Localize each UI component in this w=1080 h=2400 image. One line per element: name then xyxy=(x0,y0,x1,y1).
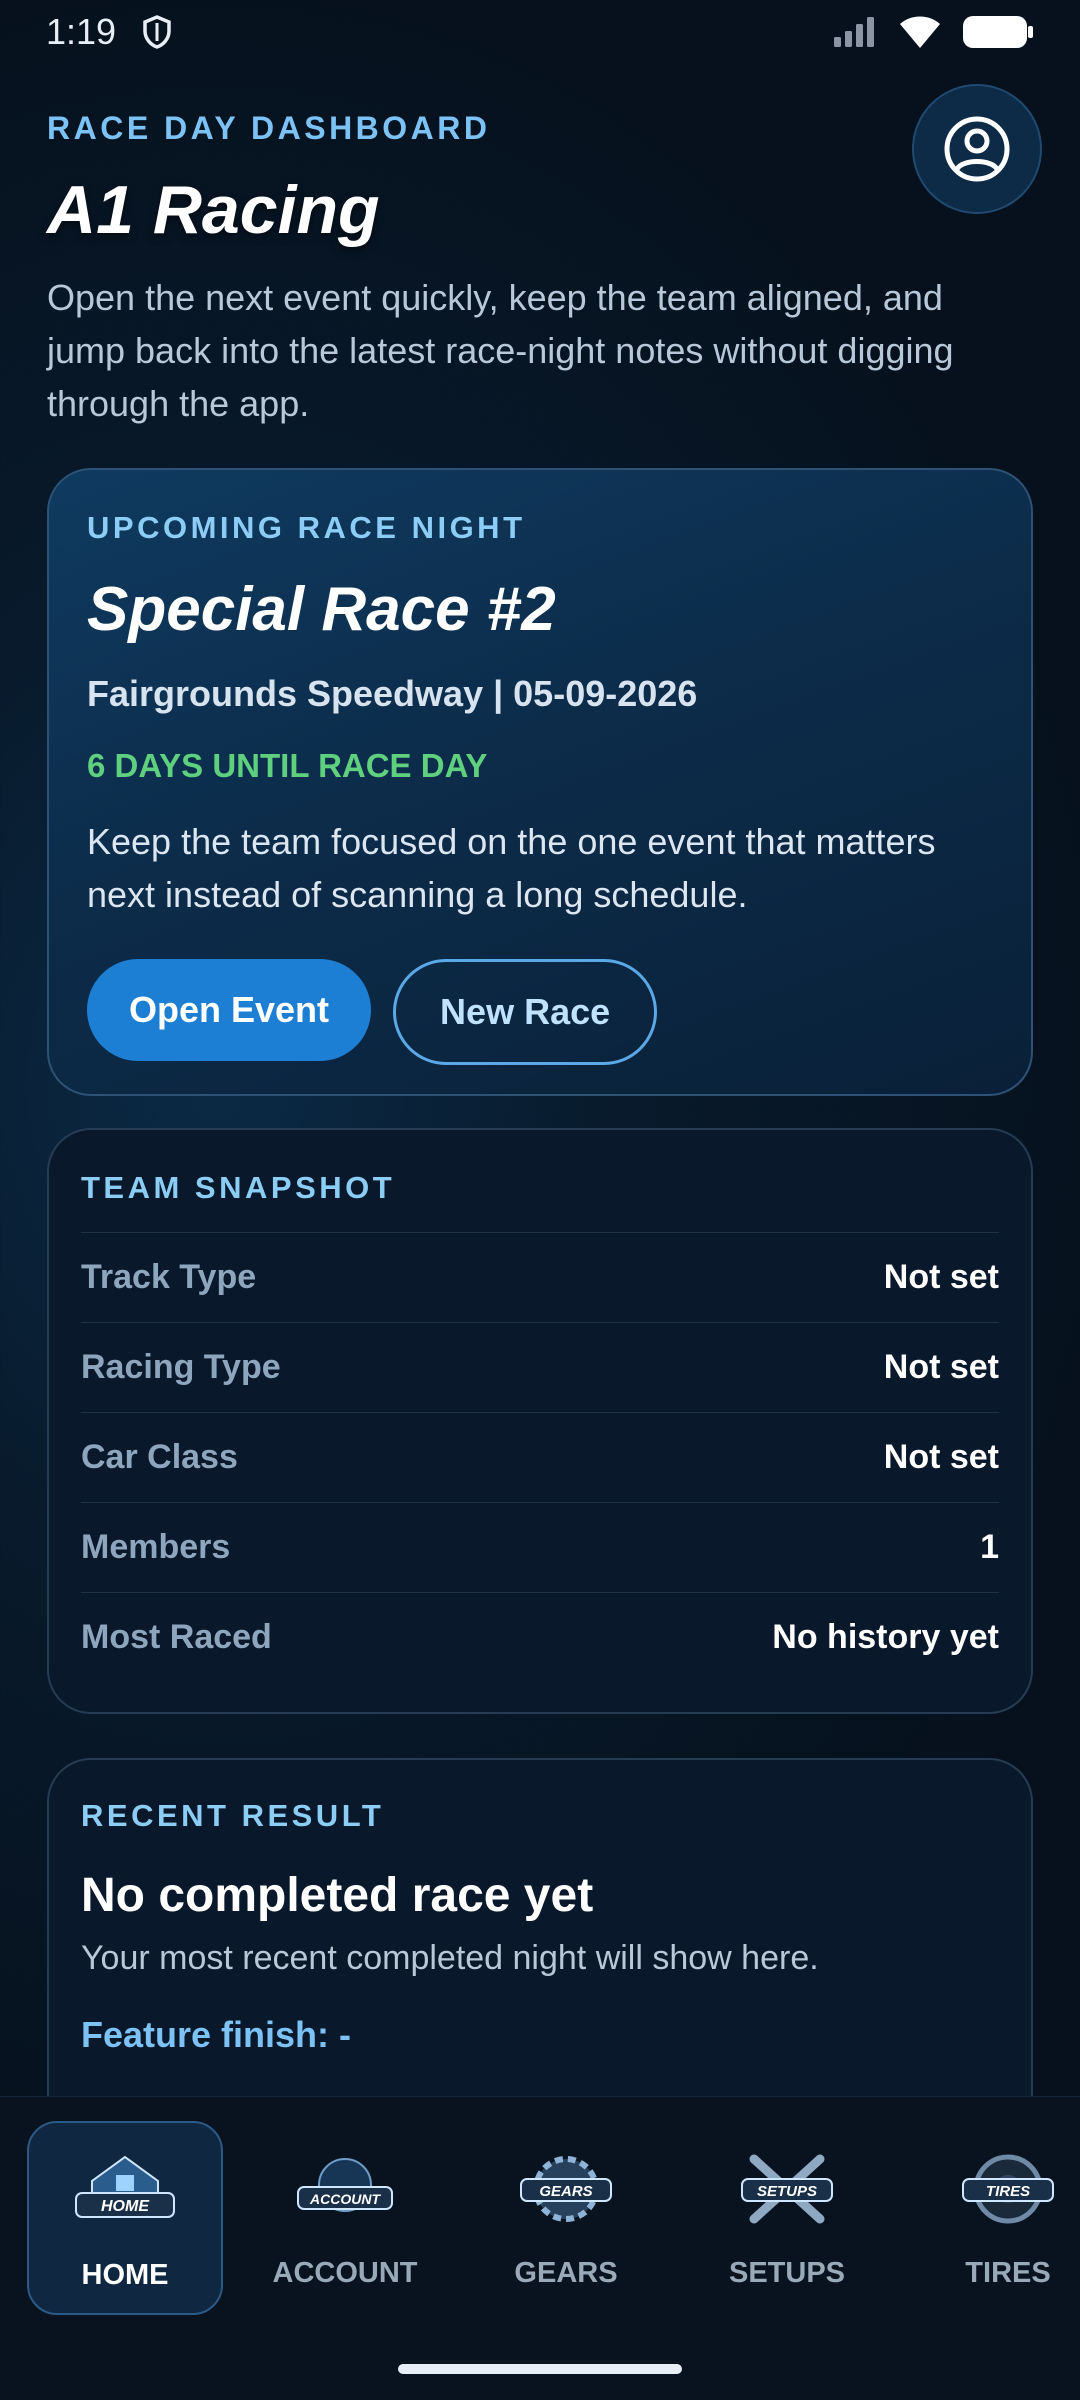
race-meta: Fairgrounds Speedway | 05-09-2026 xyxy=(87,673,698,714)
snapshot-value: No history yet xyxy=(772,1618,999,1656)
home-badge-text: HOME xyxy=(101,2198,150,2215)
team-title: A1 Racing xyxy=(47,172,380,248)
snapshot-value: Not set xyxy=(883,1438,999,1476)
cellular-signal-icon xyxy=(834,17,874,47)
nav-item-setups[interactable]: SETUPS SETUPS xyxy=(689,2121,885,2315)
race-actions: Open Event New Race xyxy=(87,959,993,1065)
profile-button[interactable] xyxy=(912,84,1042,214)
snapshot-list: Track Type Not set Racing Type Not set C… xyxy=(81,1232,999,1682)
snapshot-value: 1 xyxy=(980,1528,999,1566)
snapshot-label: Racing Type xyxy=(81,1348,281,1386)
snapshot-value: Not set xyxy=(883,1258,999,1296)
feature-finish: Feature finish: - xyxy=(81,2014,352,2055)
dashboard-intro: Open the next event quickly, keep the te… xyxy=(47,277,954,424)
bottom-navigation: HOME HOME ACCOUNT ACCOUNT GEARS GEARS SE… xyxy=(0,2096,1080,2400)
snapshot-value: Not set xyxy=(883,1348,999,1386)
nav-label-home: HOME xyxy=(81,2259,169,2291)
wrench-icon: SETUPS xyxy=(741,2154,833,2224)
race-countdown: 6 DAYS UNTIL RACE DAY xyxy=(87,747,488,784)
recent-description: Your most recent completed night will sh… xyxy=(81,1939,819,1977)
recent-title: No completed race yet xyxy=(81,1869,594,1922)
nav-label-tires: TIRES xyxy=(965,2257,1051,2289)
gears-badge-text: GEARS xyxy=(539,2183,592,2200)
race-name: Special Race #2 xyxy=(87,575,556,644)
snapshot-eyebrow: TEAM SNAPSHOT xyxy=(81,1170,396,1205)
dashboard-header: RACE DAY DASHBOARD A1 Racing Open the ne… xyxy=(47,110,1007,430)
account-circle-icon xyxy=(944,116,1010,182)
account-badge-icon: ACCOUNT xyxy=(297,2158,393,2212)
dashboard-eyebrow: RACE DAY DASHBOARD xyxy=(47,110,491,146)
snapshot-label: Car Class xyxy=(81,1438,238,1476)
nav-label-account: ACCOUNT xyxy=(272,2257,418,2289)
status-bar: 1:19 xyxy=(0,0,1080,64)
snapshot-label: Most Raced xyxy=(81,1618,272,1656)
race-description: Keep the team focused on the one event t… xyxy=(87,821,936,915)
tire-icon: TIRES xyxy=(962,2154,1054,2224)
gear-icon: GEARS xyxy=(520,2156,612,2222)
snapshot-row-track-type: Track Type Not set xyxy=(81,1232,999,1322)
new-race-button[interactable]: New Race xyxy=(393,959,658,1065)
home-indicator[interactable] xyxy=(398,2364,682,2374)
shield-icon xyxy=(143,15,171,49)
nav-item-home[interactable]: HOME HOME xyxy=(27,2121,223,2315)
upcoming-race-card: UPCOMING RACE NIGHT Special Race #2 Fair… xyxy=(47,468,1033,1096)
snapshot-row-most-raced: Most Raced No history yet xyxy=(81,1592,999,1682)
snapshot-label: Members xyxy=(81,1528,231,1566)
wifi-icon xyxy=(900,16,940,48)
nav-label-gears: GEARS xyxy=(514,2257,618,2289)
upcoming-eyebrow: UPCOMING RACE NIGHT xyxy=(87,510,526,545)
open-event-button[interactable]: Open Event xyxy=(87,959,372,1061)
nav-label-setups: SETUPS xyxy=(728,2257,846,2289)
status-time: 1:19 xyxy=(46,11,117,52)
snapshot-row-racing-type: Racing Type Not set xyxy=(81,1322,999,1412)
snapshot-row-members: Members 1 xyxy=(81,1502,999,1592)
nav-item-gears[interactable]: GEARS GEARS xyxy=(468,2121,664,2315)
battery-icon xyxy=(963,16,1033,48)
account-badge-text: ACCOUNT xyxy=(309,2191,381,2207)
snapshot-label: Track Type xyxy=(81,1258,257,1296)
home-badge-icon: HOME xyxy=(75,2155,175,2218)
status-right xyxy=(832,14,1034,50)
team-snapshot-card: TEAM SNAPSHOT Track Type Not set Racing … xyxy=(47,1128,1033,1714)
status-left: 1:19 xyxy=(46,11,172,53)
nav-item-tires[interactable]: TIRES TIRES xyxy=(910,2121,1080,2315)
nav-item-account[interactable]: ACCOUNT ACCOUNT xyxy=(247,2121,443,2315)
snapshot-row-car-class: Car Class Not set xyxy=(81,1412,999,1502)
tires-badge-text: TIRES xyxy=(986,2183,1030,2200)
setups-badge-text: SETUPS xyxy=(757,2183,817,2200)
recent-eyebrow: RECENT RESULT xyxy=(81,1798,385,1833)
